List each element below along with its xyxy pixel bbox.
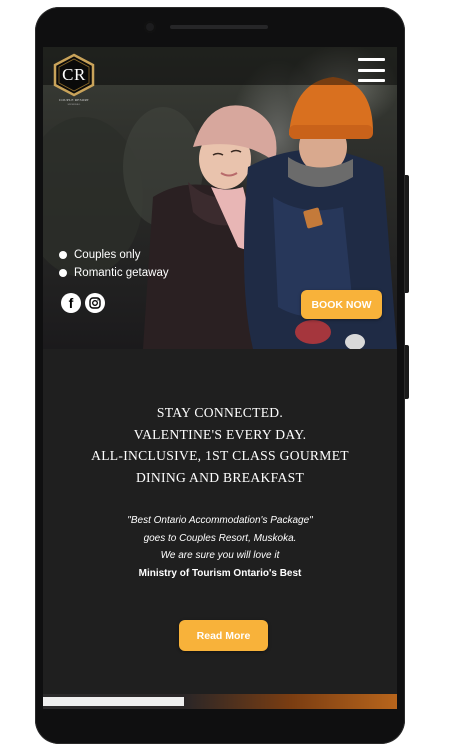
- menu-line-icon: [358, 58, 385, 61]
- bullet-icon: [59, 269, 67, 277]
- hero-section: CR COUPLE RESORT MUSKOKA Couples only Ro…: [43, 47, 397, 349]
- screen: CR COUPLE RESORT MUSKOKA Couples only Ro…: [43, 47, 397, 709]
- hamburger-menu-button[interactable]: [358, 58, 385, 82]
- instagram-icon[interactable]: [85, 293, 105, 313]
- quote-line: We are sure you will love it: [160, 550, 280, 561]
- speaker-grille: [170, 25, 268, 29]
- book-now-button[interactable]: BOOK NOW: [301, 290, 382, 319]
- feature-label: Couples only: [74, 249, 141, 261]
- headline: STAY CONNECTED. VALENTINE'S EVERY DAY. A…: [43, 402, 397, 488]
- quote-line: "Best Ontario Accommodation's Package": [127, 515, 313, 526]
- phone-side-button-lower: [405, 345, 409, 399]
- headline-line: VALENTINE'S EVERY DAY.: [133, 426, 307, 442]
- social-links: f: [61, 293, 105, 313]
- testimonial-quote: "Best Ontario Accommodation's Package" g…: [43, 512, 397, 582]
- phone-frame: CR COUPLE RESORT MUSKOKA Couples only Ro…: [35, 7, 409, 744]
- headline-line: ALL-INCLUSIVE, 1ST CLASS GOURMET: [91, 448, 349, 463]
- logo-name: COUPLE RESORT: [58, 98, 90, 102]
- feature-item: Romantic getaway: [59, 264, 169, 282]
- facebook-icon[interactable]: f: [61, 293, 81, 313]
- bullet-icon: [59, 251, 67, 259]
- next-section-preview: [43, 694, 397, 709]
- quote-line: goes to Couples Resort, Muskoka.: [143, 532, 297, 544]
- resort-logo[interactable]: CR COUPLE RESORT MUSKOKA: [49, 53, 99, 106]
- menu-line-icon: [358, 79, 385, 82]
- next-section-bar: [43, 697, 184, 706]
- logo-tagline: MUSKOKA: [67, 103, 81, 106]
- feature-label: Romantic getaway: [74, 267, 169, 279]
- read-more-button[interactable]: Read More: [179, 620, 268, 651]
- quote-source: Ministry of Tourism Ontario's Best: [138, 567, 302, 579]
- headline-line: STAY CONNECTED.: [156, 405, 284, 420]
- logo-monogram: CR: [62, 65, 86, 84]
- front-camera: [144, 21, 156, 33]
- feature-list: Couples only Romantic getaway: [59, 246, 169, 282]
- headline-line: DINING AND BREAKFAST: [135, 469, 305, 485]
- menu-line-icon: [358, 68, 385, 72]
- phone-side-button: [405, 175, 409, 293]
- feature-item: Couples only: [59, 246, 169, 264]
